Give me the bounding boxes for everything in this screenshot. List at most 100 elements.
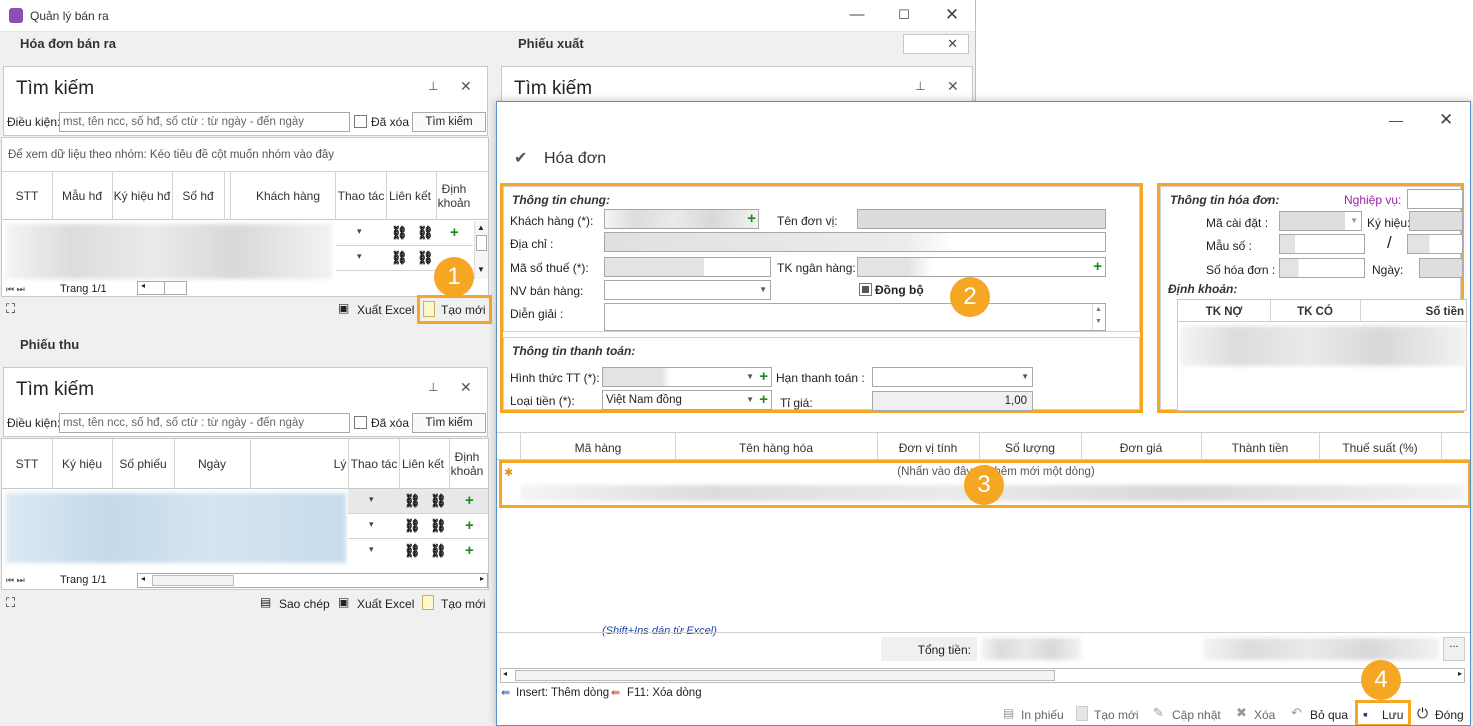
col-link[interactable]: Liên kết [386, 189, 434, 203]
col-date[interactable]: Ngày [174, 457, 250, 471]
invoice-hscroll[interactable]: ◂ [137, 281, 187, 295]
add-accounting-icon[interactable]: + [465, 543, 474, 558]
col-unit-price[interactable]: Đơn giá [1081, 441, 1201, 455]
pager-first-icon[interactable]: ⏮ ⏭ [6, 284, 25, 295]
col-amount[interactable]: Thành tiền [1201, 441, 1319, 455]
create-button[interactable]: Tạo mới [1094, 708, 1139, 722]
row-action-dropdown-icon[interactable]: ▾ [369, 494, 374, 505]
scroll-thumb[interactable] [152, 575, 234, 586]
form-no-input[interactable] [1279, 234, 1365, 254]
unlink-icon[interactable]: ⛓ [417, 250, 434, 266]
col-stt[interactable]: STT [2, 189, 52, 203]
pin-icon[interactable]: ⊥ [428, 79, 438, 93]
unlink-icon[interactable]: ⛓ [430, 493, 447, 509]
row-action-dropdown-icon[interactable]: ▾ [357, 226, 362, 237]
chevron-down-icon[interactable]: ▼ [746, 368, 754, 386]
chevron-down-icon[interactable]: ▼ [1350, 212, 1358, 230]
col-credit[interactable]: TK CÓ [1270, 305, 1360, 319]
scroll-down-icon[interactable]: ▼ [477, 265, 485, 274]
deleted-checkbox[interactable] [354, 115, 367, 128]
currency-select[interactable]: Việt Nam đồng + ▼ [602, 390, 772, 410]
add-currency-icon[interactable]: + [759, 392, 768, 407]
export-close-icon[interactable]: ✕ [947, 36, 958, 52]
expand-icon[interactable]: ⛶ [6, 595, 15, 611]
receipt-copy-button[interactable]: Sao chép [279, 597, 330, 611]
invoice-search-input[interactable]: mst, tên ncc, số hđ, số ctừ : từ ngày - … [59, 112, 350, 132]
customer-input[interactable]: + [604, 209, 759, 229]
col-quantity[interactable]: Số lượng [979, 441, 1081, 455]
tax-code-input[interactable] [604, 257, 771, 277]
close-icon[interactable]: ✕ [937, 4, 967, 28]
unit-name-input[interactable] [857, 209, 1106, 229]
col-accounting[interactable]: Định khoản [449, 450, 485, 478]
receipt-hscroll[interactable]: ◂ ▸ [137, 573, 488, 588]
scroll-left-icon[interactable]: ◂ [141, 574, 145, 583]
scroll-right-icon[interactable]: ▸ [1458, 669, 1462, 678]
row-action-dropdown-icon[interactable]: ▾ [369, 519, 374, 530]
col-tax-rate[interactable]: Thuế suất (%) [1319, 441, 1441, 455]
bank-account-input[interactable]: + [857, 257, 1106, 277]
invoice-search-button[interactable]: Tìm kiếm [412, 112, 486, 132]
col-customer[interactable]: Khách hàng [228, 189, 348, 203]
dialog-close-icon[interactable]: ✕ [1439, 110, 1453, 130]
scroll-up-icon[interactable]: ▲ [477, 223, 485, 232]
col-symbol[interactable]: Ký hiệu hđ [112, 189, 172, 203]
panel-close-icon[interactable]: ✕ [460, 78, 472, 95]
unlink-icon[interactable]: ⛓ [430, 543, 447, 559]
link-icon[interactable]: ⛓ [391, 250, 408, 266]
link-icon[interactable]: ⛓ [404, 518, 421, 534]
close-button[interactable]: Đóng [1435, 708, 1464, 722]
col-unit[interactable]: Đơn vị tính [877, 441, 979, 455]
delete-button[interactable]: Xóa [1254, 708, 1275, 722]
update-button[interactable]: Cập nhật [1172, 708, 1221, 722]
address-input[interactable] [604, 232, 1106, 252]
add-accounting-icon[interactable]: + [465, 493, 474, 508]
add-accounting-icon[interactable]: + [465, 518, 474, 533]
salesperson-select[interactable]: ▼ [604, 280, 771, 300]
rate-input[interactable]: 1,00 [872, 391, 1033, 411]
col-symbol[interactable]: Ký hiệu [52, 457, 112, 471]
sync-checkbox[interactable] [859, 283, 872, 296]
panel-close-icon[interactable]: ✕ [460, 379, 472, 396]
skip-button[interactable]: Bỏ qua [1310, 708, 1348, 722]
receipt-search-input[interactable]: mst, tên ncc, số hđ, số ctừ : từ ngày - … [59, 413, 350, 433]
detail-hscroll[interactable]: ◂ ▸ [500, 668, 1465, 683]
expand-icon[interactable]: ⛶ [6, 301, 15, 317]
col-stt[interactable]: STT [2, 457, 52, 471]
export-section-close-box[interactable]: ✕ [903, 34, 969, 54]
col-item-code[interactable]: Mã hàng [521, 441, 675, 455]
unlink-icon[interactable]: ⛓ [430, 518, 447, 534]
add-customer-icon[interactable]: + [747, 211, 756, 226]
scroll-thumb[interactable] [476, 235, 487, 251]
scroll-right-icon[interactable]: ▸ [480, 574, 484, 583]
invoice-export-excel-button[interactable]: Xuất Excel [357, 303, 414, 317]
description-spin[interactable]: ▲ ▼ [1092, 304, 1104, 330]
invoice-create-new-button[interactable]: Tạo mới [417, 295, 492, 324]
deleted-checkbox[interactable] [354, 416, 367, 429]
minimize-icon[interactable]: — [842, 4, 872, 28]
col-form[interactable]: Mẫu hđ [52, 189, 112, 203]
print-button[interactable]: In phiếu [1021, 708, 1064, 722]
unlink-icon[interactable]: ⛓ [417, 225, 434, 241]
scroll-left-icon[interactable]: ◂ [503, 669, 507, 678]
row-action-dropdown-icon[interactable]: ▾ [357, 251, 362, 262]
col-number[interactable]: Số hđ [172, 189, 224, 203]
col-link[interactable]: Liên kết [399, 457, 447, 471]
invoice-no-input[interactable] [1279, 258, 1365, 278]
link-icon[interactable]: ⛓ [404, 493, 421, 509]
col-accounting[interactable]: Định khoản [436, 182, 472, 210]
add-accounting-icon[interactable]: + [450, 225, 459, 240]
form-no-suffix-input[interactable] [1407, 234, 1463, 254]
col-action[interactable]: Thao tác [336, 189, 386, 203]
col-receipt-no[interactable]: Số phiếu [112, 457, 174, 471]
row-action-dropdown-icon[interactable]: ▾ [369, 544, 374, 555]
invoice-grid-vscroll[interactable]: ▲ ▼ [474, 221, 488, 279]
setting-code-select[interactable]: ▼ [1279, 211, 1362, 231]
accounting-row-blurred[interactable] [1180, 326, 1466, 366]
chevron-down-icon[interactable]: ▼ [759, 281, 767, 299]
add-payment-method-icon[interactable]: + [759, 369, 768, 384]
date-input[interactable] [1419, 258, 1463, 278]
chevron-down-icon[interactable]: ▼ [746, 391, 754, 409]
business-input[interactable] [1407, 189, 1463, 209]
pin-icon[interactable]: ⊥ [915, 79, 925, 93]
